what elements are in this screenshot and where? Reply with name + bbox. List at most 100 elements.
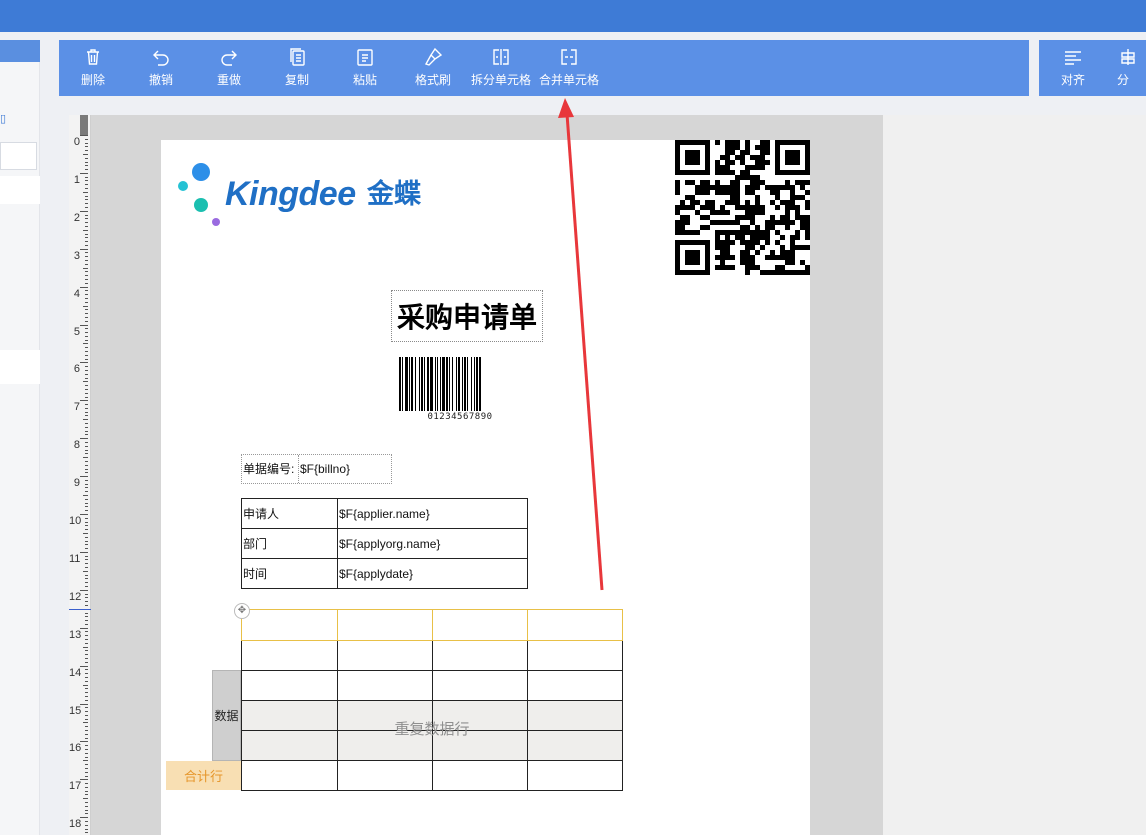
qr-module	[745, 215, 750, 220]
qr-module	[750, 240, 755, 245]
qr-module	[765, 225, 770, 230]
info-row[interactable]: 申请人 $F{applier.name}	[242, 499, 527, 529]
ruler-tick	[85, 820, 88, 822]
qr-module	[750, 205, 755, 210]
qr-module	[760, 270, 765, 275]
format-brush-button[interactable]: 格式刷	[411, 40, 455, 96]
qr-module	[750, 185, 755, 190]
ruler-tick	[85, 396, 88, 398]
selected-row[interactable]	[241, 609, 623, 641]
qr-module	[790, 235, 795, 240]
undo-button[interactable]: 撤销	[139, 40, 183, 96]
ruler-tick	[85, 169, 88, 171]
qr-module	[785, 185, 790, 190]
qr-module	[730, 150, 735, 155]
billno-field[interactable]: 单据编号: $F{billno}	[241, 454, 392, 484]
ruler-tick	[85, 263, 88, 265]
ruler-number: 17	[69, 780, 82, 793]
info-row[interactable]: 部门 $F{applyorg.name}	[242, 529, 527, 559]
qr-module	[790, 250, 795, 255]
copy-button[interactable]: 复制	[275, 40, 319, 96]
ruler-tick	[85, 692, 88, 694]
qr-module	[735, 185, 740, 190]
ruler-tick	[85, 237, 88, 239]
paste-label: 粘贴	[352, 73, 377, 87]
delete-button[interactable]: 删除	[71, 40, 115, 96]
left-panel-item[interactable]	[0, 176, 40, 204]
ruler-tick	[80, 362, 88, 364]
info-table[interactable]: 申请人 $F{applier.name} 部门 $F{applyorg.name…	[241, 498, 528, 589]
ruler-tick	[85, 828, 88, 830]
distribute-icon	[1121, 49, 1135, 65]
qr-module	[790, 245, 795, 250]
merge-cells-button[interactable]: 合并单元格	[539, 40, 599, 96]
data-region-tag[interactable]: 数据	[212, 670, 241, 761]
qr-module	[770, 225, 775, 230]
qr-module	[760, 180, 765, 185]
split-cells-button[interactable]: 拆分单元格	[471, 40, 531, 96]
barcode-bar	[456, 357, 457, 411]
align-button[interactable]: 对齐	[1051, 40, 1095, 96]
qr-module	[695, 185, 700, 190]
ruler-tick	[85, 809, 88, 811]
qr-module	[755, 145, 760, 150]
qr-module	[735, 200, 740, 205]
delete-label: 删除	[80, 73, 105, 87]
ruler-tick	[85, 506, 88, 508]
align-icon	[1065, 51, 1081, 65]
ruler-tick	[85, 430, 88, 432]
qr-module	[780, 265, 785, 270]
qr-module	[805, 220, 810, 225]
qr-module	[725, 245, 730, 250]
qr-module	[685, 220, 690, 225]
ruler-tick	[85, 510, 88, 512]
logo-dot	[178, 181, 188, 191]
distribute-button[interactable]: 分	[1117, 40, 1146, 96]
qr-module	[790, 255, 795, 260]
qr-module	[720, 230, 725, 235]
ruler-tick	[85, 540, 88, 542]
left-panel-item[interactable]	[0, 350, 40, 384]
page-title[interactable]: 采购申请单	[391, 290, 543, 342]
qr-module	[730, 265, 735, 270]
qr-code[interactable]	[675, 140, 810, 275]
qr-module	[710, 210, 715, 215]
copy-icon	[290, 48, 305, 66]
sum-row-tag[interactable]: 合计行	[166, 761, 241, 790]
qr-module	[755, 265, 760, 270]
paste-button[interactable]: 粘贴	[343, 40, 387, 96]
ruler-tick	[85, 620, 88, 622]
qr-module	[780, 185, 785, 190]
qr-module	[735, 190, 740, 195]
qr-module	[755, 195, 760, 200]
qr-module	[755, 225, 760, 230]
info-row[interactable]: 时间 $F{applydate}	[242, 559, 527, 589]
ruler-tick	[85, 794, 88, 796]
redo-button[interactable]: 重做	[207, 40, 251, 96]
ruler-tick	[85, 426, 88, 428]
ruler-tick	[85, 567, 88, 569]
qr-module	[790, 240, 795, 245]
qr-module	[730, 220, 735, 225]
qr-module	[695, 210, 700, 215]
move-handle-icon[interactable]: ✥	[234, 603, 250, 619]
barcode-bar	[427, 357, 429, 411]
ruler-tick	[85, 764, 88, 766]
qr-module	[755, 175, 760, 180]
selection-divider	[337, 610, 338, 640]
qr-module	[740, 150, 745, 155]
qr-module	[775, 185, 780, 190]
qr-module	[765, 150, 770, 155]
ruler-tick	[85, 737, 88, 739]
qr-module	[725, 265, 730, 270]
ruler-tick	[85, 745, 88, 747]
detail-table[interactable]: 重复数据行	[241, 609, 623, 791]
left-panel-search-input[interactable]	[0, 142, 37, 170]
qr-module	[720, 255, 725, 260]
barcode-bar	[440, 357, 441, 411]
qr-module	[740, 240, 745, 245]
ruler-tick	[85, 176, 88, 178]
ruler-tick	[85, 313, 88, 315]
barcode[interactable]	[398, 356, 522, 412]
ruler-tick	[85, 802, 88, 804]
